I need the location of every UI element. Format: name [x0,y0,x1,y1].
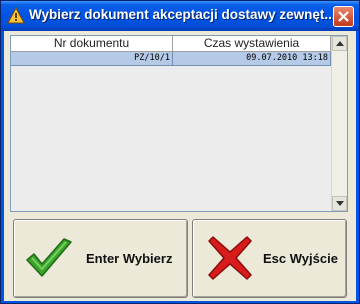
column-header-czas-wystawienia[interactable]: Czas wystawienia [173,36,331,51]
vertical-scrollbar[interactable] [331,36,347,211]
column-header-nr-dokumentu[interactable]: Nr dokumentu [11,36,173,51]
table-row[interactable]: PZ/10/1 09.07.2010 13:18 [11,52,331,66]
scroll-down-button[interactable] [332,196,347,211]
exit-button[interactable]: Esc Wyjście [192,219,347,298]
warning-triangle-icon [7,6,25,25]
select-button[interactable]: Enter Wybierz [13,219,188,298]
title-bar[interactable]: Wybierz dokument akceptacji dostawy zewn… [1,1,359,31]
grid-header: Nr dokumentu Czas wystawienia [11,36,331,52]
window-title: Wybierz dokument akceptacji dostawy zewn… [29,7,336,22]
arrow-down-icon [336,201,344,206]
scroll-up-button[interactable] [332,36,347,51]
close-button[interactable] [333,6,354,27]
close-icon [338,11,349,22]
exit-button-label: Esc Wyjście [263,251,338,266]
cell-nr-dokumentu: PZ/10/1 [11,52,173,66]
cross-icon [208,236,252,280]
documents-grid[interactable]: Nr dokumentu Czas wystawienia PZ/10/1 09… [10,35,348,212]
cell-czas-wystawienia: 09.07.2010 13:18 [173,52,331,66]
select-button-label: Enter Wybierz [86,251,173,266]
arrow-up-icon [336,41,344,46]
dialog-body: Nr dokumentu Czas wystawienia PZ/10/1 09… [4,31,356,301]
dialog-window: Wybierz dokument akceptacji dostawy zewn… [0,0,360,304]
checkmark-icon [26,238,72,277]
